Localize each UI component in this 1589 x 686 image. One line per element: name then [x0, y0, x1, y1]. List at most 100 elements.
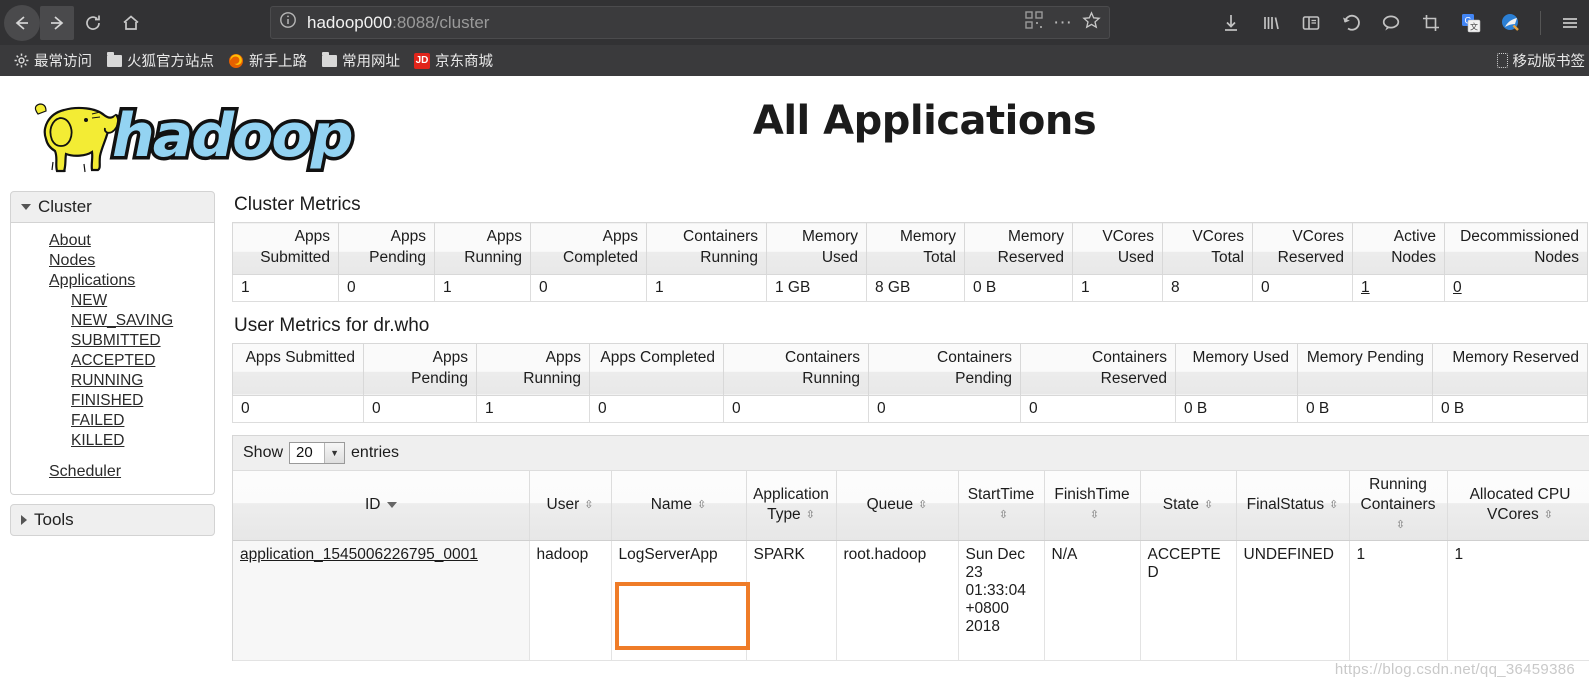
col-header-finalstatus[interactable]: FinalStatus ⇳ — [1236, 470, 1350, 542]
val-user-containers-pending: 0 — [868, 395, 1021, 423]
download-icon[interactable] — [1220, 12, 1242, 34]
col-apps-running: Apps Running — [434, 222, 531, 275]
val-decommissioned-nodes[interactable]: 0 — [1444, 274, 1588, 302]
sidebar-item-scheduler[interactable]: Scheduler — [11, 462, 214, 482]
sidebar-item-accepted[interactable]: ACCEPTED — [11, 351, 214, 371]
back-button[interactable] — [4, 4, 40, 41]
sidebar-section-tools[interactable]: Tools — [10, 504, 215, 536]
sidebar-item-new-saving[interactable]: NEW_SAVING — [11, 311, 214, 331]
cell-running-containers: 1 — [1349, 540, 1448, 662]
cell-name: LogServerApp — [611, 540, 747, 662]
sidebar-item-running[interactable]: RUNNING — [11, 371, 214, 391]
val-user-containers-reserved: 0 — [1020, 395, 1176, 423]
col-header-allocated-cpu-vcores[interactable]: Allocated CPU VCores ⇳ — [1447, 470, 1589, 542]
qr-code-icon[interactable] — [1025, 11, 1043, 34]
sidebar-item-applications[interactable]: Applications — [11, 271, 214, 291]
sidebar-section-label: Tools — [34, 510, 74, 529]
sidebar-icon[interactable] — [1300, 12, 1322, 34]
application-id-link[interactable]: application_1545006226795_0001 — [240, 546, 478, 563]
col-user-apps-running: Apps Running — [476, 342, 590, 396]
user-metrics-table: Apps Submitted Apps Pending Apps Running… — [232, 342, 1588, 423]
url-path: :8088/cluster — [392, 12, 490, 32]
cell-queue: root.hadoop — [836, 540, 959, 662]
screenshot-icon[interactable] — [1420, 12, 1442, 34]
val-vcores-reserved: 0 — [1252, 274, 1353, 302]
col-header-user[interactable]: User ⇳ — [529, 470, 612, 542]
bookmark-item-jd[interactable]: JD 京东商城 — [407, 48, 500, 73]
reload-button[interactable] — [74, 4, 112, 42]
share-icon[interactable] — [1500, 12, 1522, 34]
page-title: All Applications — [752, 98, 1097, 144]
address-bar-actions: ··· — [1025, 10, 1101, 35]
sidebar-item-about[interactable]: About — [11, 231, 214, 251]
col-containers-running: Containers Running — [646, 222, 767, 275]
col-header-running-containers[interactable]: Running Containers ⇳ — [1349, 470, 1448, 542]
table-row: application_1545006226795_0001 hadoop Lo… — [233, 540, 1589, 662]
folder-icon — [106, 51, 122, 69]
col-header-starttime[interactable]: StartTime ⇳ — [958, 470, 1045, 542]
folder-icon — [321, 51, 337, 69]
sidebar-item-nodes[interactable]: Nodes — [11, 251, 214, 271]
forward-button[interactable] — [40, 5, 74, 40]
browser-toolbar: hadoop000:8088/cluster ··· 文 — [0, 0, 1589, 45]
sort-both-icon: ⇳ — [1329, 498, 1339, 511]
col-vcores-reserved: VCores Reserved — [1252, 222, 1353, 275]
col-label: StartTime — [967, 486, 1035, 504]
bookmark-item-firefox-official[interactable]: 火狐官方站点 — [99, 48, 221, 73]
undo-icon[interactable] — [1340, 12, 1362, 34]
applications-panel: Show 20 ▼ entries ID User ⇳ Name ⇳ Appli… — [232, 434, 1589, 662]
col-user-containers-reserved: Containers Reserved — [1020, 342, 1176, 396]
sort-both-icon: ⇳ — [1089, 508, 1100, 521]
col-header-id[interactable]: ID — [233, 470, 530, 542]
bookmark-item-common-sites[interactable]: 常用网址 — [314, 48, 407, 73]
col-user-containers-running: Containers Running — [723, 342, 869, 396]
page-actions-icon[interactable]: ··· — [1053, 13, 1072, 32]
bookmark-item-most-visited[interactable]: 最常访问 — [6, 48, 99, 73]
table-header-row: Apps Submitted Apps Pending Apps Running… — [232, 342, 1588, 396]
col-label: Running Containers — [1360, 476, 1436, 514]
sidebar-item-new[interactable]: NEW — [11, 291, 214, 311]
browser-toolbar-icons: G文 — [1220, 0, 1581, 45]
chat-icon[interactable] — [1380, 12, 1402, 34]
val-active-nodes[interactable]: 1 — [1352, 274, 1445, 302]
address-bar[interactable]: hadoop000:8088/cluster ··· — [270, 6, 1110, 39]
home-button[interactable] — [112, 4, 150, 42]
bookmark-star-icon[interactable] — [1082, 10, 1101, 35]
bookmark-item-mobile-bookmarks[interactable]: 移动版书签 — [1496, 45, 1585, 76]
bookmark-item-getting-started[interactable]: 新手上路 — [221, 48, 314, 73]
sidebar-item-failed[interactable]: FAILED — [11, 411, 214, 431]
col-header-name[interactable]: Name ⇳ — [611, 470, 747, 542]
cell-allocated-cpu-vcores: 1 — [1447, 540, 1589, 662]
cell-state: ACCEPTED — [1140, 540, 1237, 662]
val-user-memory-pending: 0 B — [1297, 395, 1433, 423]
col-header-finishtime[interactable]: FinishTime ⇳ — [1044, 470, 1141, 542]
val-user-apps-running: 1 — [476, 395, 590, 423]
sidebar-section-cluster[interactable]: Cluster — [10, 191, 215, 223]
col-header-application-type[interactable]: Application Type ⇳ — [746, 470, 837, 542]
library-icon[interactable] — [1260, 12, 1282, 34]
col-label: State — [1162, 496, 1199, 514]
col-apps-completed: Apps Completed — [530, 222, 647, 275]
menu-icon[interactable] — [1559, 12, 1581, 34]
page-length-value: 20 — [290, 442, 325, 463]
col-header-state[interactable]: State ⇳ — [1140, 470, 1237, 542]
sidebar-item-finished[interactable]: FINISHED — [11, 391, 214, 411]
show-label: Show — [243, 443, 284, 461]
sort-desc-icon — [386, 502, 397, 509]
page-length-select[interactable]: 20 ▼ — [289, 441, 346, 464]
jd-icon: JD — [414, 52, 430, 69]
sidebar-item-submitted[interactable]: SUBMITTED — [11, 331, 214, 351]
col-active-nodes: Active Nodes — [1352, 222, 1445, 275]
val-memory-total: 8 GB — [866, 274, 965, 302]
sidebar: Cluster About Nodes Applications NEW NEW… — [10, 191, 215, 536]
site-info-icon[interactable] — [279, 11, 297, 34]
cluster-metrics-title: Cluster Metrics — [234, 194, 361, 215]
col-user-memory-pending: Memory Pending — [1297, 342, 1433, 396]
bookmark-label: 常用网址 — [342, 54, 400, 70]
col-header-queue[interactable]: Queue ⇳ — [836, 470, 959, 542]
page-content: hadoop hadoop All Applications Cluster A… — [0, 76, 1589, 686]
google-translate-icon[interactable]: G文 — [1460, 12, 1482, 34]
sidebar-item-killed[interactable]: KILLED — [11, 431, 214, 451]
cell-application-type: SPARK — [746, 540, 837, 662]
sidebar-section-label: Cluster — [38, 197, 92, 216]
